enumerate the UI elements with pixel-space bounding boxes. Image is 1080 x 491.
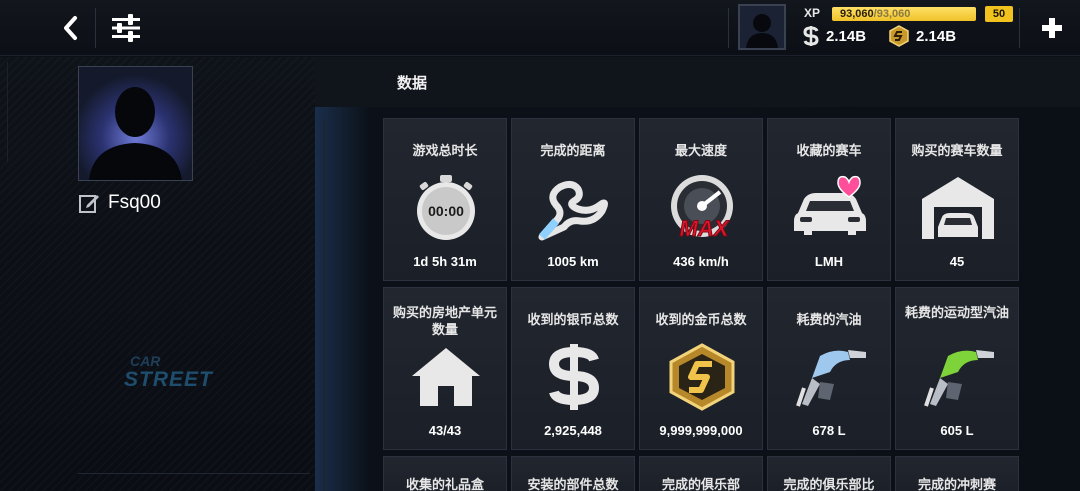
stat-value: 45 bbox=[949, 254, 965, 269]
level-badge: 50 bbox=[985, 6, 1013, 22]
stat-title: 完成的俱乐部 bbox=[661, 478, 740, 491]
stat-card: 完成的距离 1005 km bbox=[511, 118, 635, 281]
stat-card: 购买的房地产单元数量 43/43 bbox=[383, 287, 507, 450]
logo-text-bottom: STREET bbox=[124, 368, 214, 391]
stat-card: 安装的部件总数 bbox=[511, 456, 635, 491]
plus-icon bbox=[1042, 18, 1062, 38]
stat-title: 游戏总时长 bbox=[412, 144, 478, 159]
stat-title: 完成的俱乐部比 bbox=[783, 478, 875, 491]
stat-title: 收集的礼品盒 bbox=[405, 478, 484, 491]
stats-title: 数据 bbox=[397, 74, 428, 92]
car-heart-icon bbox=[790, 173, 870, 243]
speedometer-max-label: MAX bbox=[680, 216, 730, 241]
stat-title: 完成的距离 bbox=[540, 144, 606, 159]
speedometer-max-icon: MAX bbox=[662, 173, 742, 243]
stat-card: 完成的冲刺赛 bbox=[895, 456, 1019, 491]
stat-value: 678 L bbox=[812, 423, 846, 438]
player-avatar[interactable] bbox=[738, 4, 786, 50]
stats-header: 数据 bbox=[315, 57, 1080, 107]
gold-currency: 2.14B bbox=[888, 25, 956, 47]
stat-card: 购买的赛车数量 45 bbox=[895, 118, 1019, 281]
stat-value: 9,999,999,000 bbox=[659, 423, 743, 438]
stat-title: 最大速度 bbox=[674, 144, 727, 159]
logo-graphic: CAR STREET bbox=[124, 353, 214, 391]
stat-title: 购买的赛车数量 bbox=[911, 144, 1003, 159]
xp-progress-bar: 93,060/93,060 bbox=[832, 7, 976, 21]
garage-icon bbox=[918, 173, 998, 243]
fuel-nozzle-blue-icon bbox=[790, 342, 870, 412]
xp-current: 93,060 bbox=[840, 8, 874, 20]
stat-title: 收到的金币总数 bbox=[655, 313, 747, 328]
stat-title: 安装的部件总数 bbox=[527, 478, 619, 491]
stat-card: 收集的礼品盒 bbox=[383, 456, 507, 491]
stat-title: 收到的银币总数 bbox=[527, 313, 619, 328]
stopwatch-display: 00:00 bbox=[428, 203, 464, 219]
stat-title: 耗费的汽油 bbox=[796, 313, 862, 328]
silver-amount: 2.14B bbox=[826, 27, 867, 45]
stat-value: 2,925,448 bbox=[544, 423, 602, 438]
silhouette-icon bbox=[79, 67, 192, 180]
profile-picture[interactable] bbox=[78, 66, 193, 181]
stat-value: 436 km/h bbox=[673, 254, 729, 269]
stat-card: 游戏总时长 00:00 1d 5h 31m bbox=[383, 118, 507, 281]
stat-value: LMH bbox=[814, 254, 844, 269]
scrollbar[interactable] bbox=[323, 119, 325, 491]
xp-max: /93,060 bbox=[873, 8, 911, 20]
back-button[interactable] bbox=[52, 10, 88, 46]
header-divider bbox=[95, 8, 96, 48]
top-bar: XP 93,060/93,060 50 2.14B 2.14B bbox=[0, 0, 1080, 56]
silver-dollar-icon bbox=[803, 26, 819, 46]
stat-title: 耗费的运动型汽油 bbox=[904, 306, 1009, 321]
carx-street-logo: CAR STREET bbox=[120, 352, 260, 392]
gold-coin-icon bbox=[662, 342, 742, 412]
stat-card: 耗费的运动型汽油 605 L bbox=[895, 287, 1019, 450]
header-divider bbox=[1019, 8, 1020, 48]
stat-value: 43/43 bbox=[428, 423, 462, 438]
stat-card: 最大速度 MAX 436 km/h bbox=[639, 118, 763, 281]
xp-text: 93,060/93,060 bbox=[840, 7, 910, 21]
stat-card: 收藏的赛车 LMH bbox=[767, 118, 891, 281]
sliders-icon bbox=[112, 14, 140, 42]
add-currency-button[interactable] bbox=[1024, 0, 1080, 56]
stat-card: 完成的俱乐部比 bbox=[767, 456, 891, 491]
username-row: Fsq00 bbox=[78, 190, 161, 216]
stat-title: 收藏的赛车 bbox=[796, 144, 862, 159]
silver-coin-icon bbox=[534, 342, 614, 412]
stopwatch-icon: 00:00 bbox=[406, 173, 486, 243]
stat-card: 收到的金币总数 9,999,999,000 bbox=[639, 287, 763, 450]
silver-currency: 2.14B bbox=[802, 25, 866, 47]
stats-grid: 游戏总时长 00:00 1d 5h 31m 完成的距离 1005 km 最大速度 bbox=[383, 118, 1021, 491]
header-divider bbox=[728, 8, 729, 48]
chevron-left-icon bbox=[64, 16, 77, 40]
stat-value: 605 L bbox=[940, 423, 974, 438]
stat-value: 1d 5h 31m bbox=[413, 254, 477, 269]
xp-label: XP bbox=[804, 6, 821, 20]
filter-button[interactable] bbox=[106, 8, 146, 48]
fuel-nozzle-green-icon bbox=[918, 342, 998, 412]
race-track-icon bbox=[534, 173, 614, 243]
silhouette-icon bbox=[740, 6, 784, 48]
stat-value: 1005 km bbox=[547, 254, 599, 269]
stat-card: 收到的银币总数 2,925,448 bbox=[511, 287, 635, 450]
gold-amount: 2.14B bbox=[916, 27, 957, 45]
gold-coin-small-icon bbox=[889, 25, 909, 47]
stat-card: 耗费的汽油 678 L bbox=[767, 287, 891, 450]
stat-title: 购买的房地产单元数量 bbox=[392, 306, 497, 338]
edit-icon[interactable] bbox=[78, 192, 100, 214]
house-icon bbox=[406, 342, 486, 412]
stat-card: 完成的俱乐部 bbox=[639, 456, 763, 491]
left-edge-handle bbox=[0, 62, 8, 162]
logo-text-top: CAR bbox=[130, 353, 161, 369]
profile-divider bbox=[78, 473, 310, 474]
stat-title: 完成的冲刺赛 bbox=[917, 478, 996, 491]
username: Fsq00 bbox=[108, 192, 161, 213]
